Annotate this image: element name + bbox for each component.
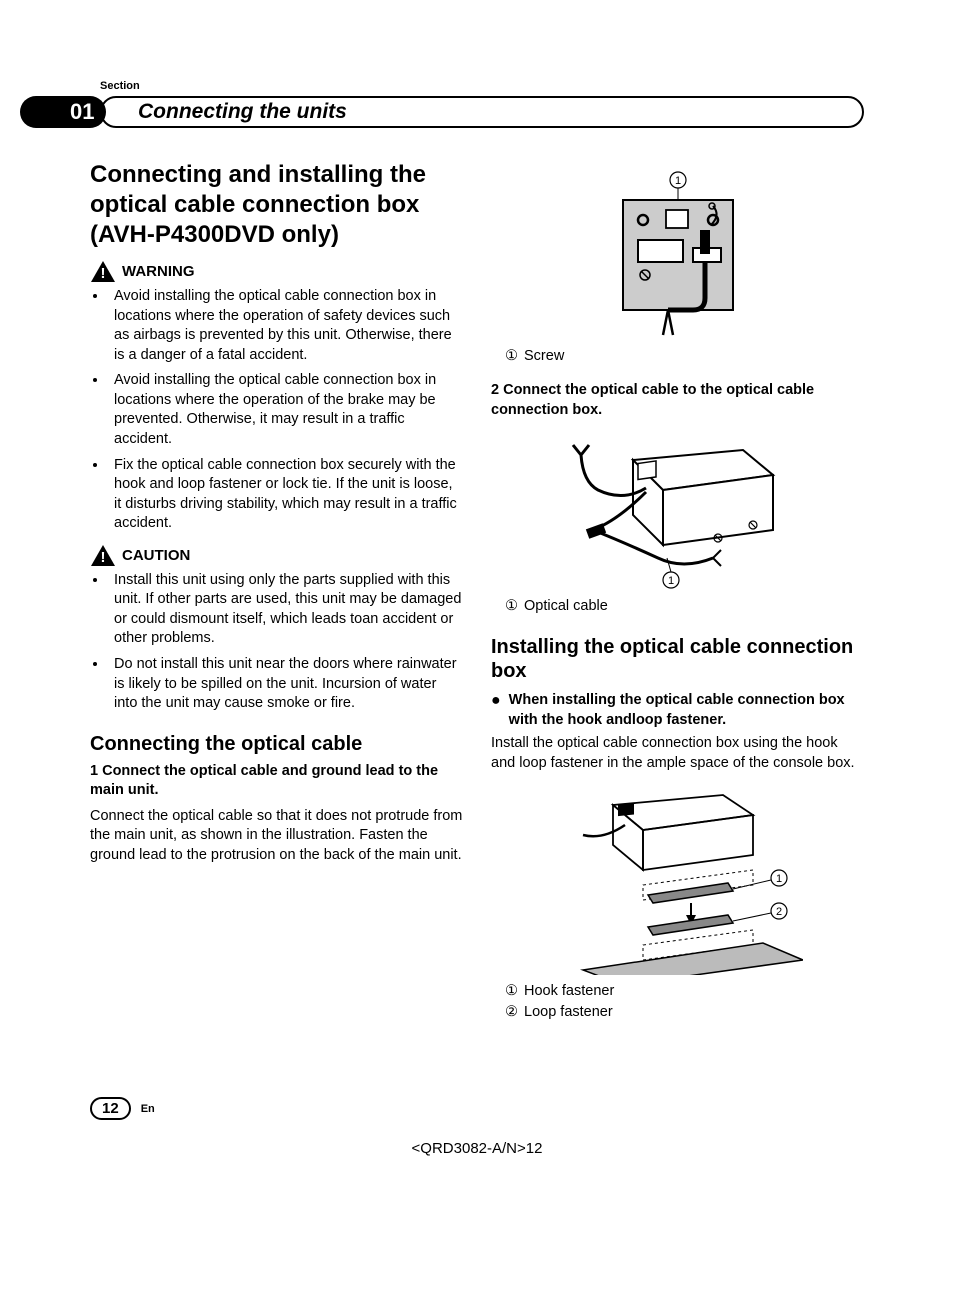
subheading-installing-box: Installing the optical cable connection … (491, 635, 864, 683)
right-column: 1 ①Screw (491, 160, 864, 1037)
section-title-pill: Connecting the units (100, 96, 864, 128)
section-label: Section (100, 80, 864, 92)
install-subhead-text: When installing the optical cable connec… (509, 691, 864, 730)
page-footer: 12 En (90, 1097, 864, 1120)
svg-text:!: ! (101, 265, 106, 282)
list-item: Do not install this unit near the doors … (108, 655, 463, 714)
page-language: En (141, 1103, 155, 1115)
caution-icon: ! (90, 544, 116, 567)
left-column: Connecting and installing the optical ca… (90, 160, 463, 1037)
document-code: <QRD3082-A/N>12 (90, 1140, 864, 1157)
warning-icon: ! (90, 260, 116, 283)
list-item: Fix the optical cable connection box sec… (108, 456, 463, 534)
warning-heading: ! WARNING (90, 260, 463, 283)
figure-2: 1 (491, 430, 864, 590)
caution-list: Install this unit using only the parts s… (90, 571, 463, 714)
page-header: 01 Connecting the units (90, 96, 864, 130)
callout-text: Optical cable (524, 596, 608, 617)
section-title: Connecting the units (138, 100, 347, 124)
step-1-label: 1 Connect the optical cable and ground l… (90, 763, 438, 799)
step-2: 2 Connect the optical cable to the optic… (491, 381, 864, 420)
step-1: 1 Connect the optical cable and ground l… (90, 762, 463, 801)
figure-3-callouts: ①Hook fastener ②Loop fastener (491, 981, 864, 1023)
step-2-label: 2 Connect the optical cable to the optic… (491, 382, 814, 418)
warning-list: Avoid installing the optical cable conne… (90, 287, 463, 534)
section-number: 01 (20, 96, 106, 128)
subheading-connecting-cable: Connecting the optical cable (90, 732, 463, 756)
figure-2-callouts: ①Optical cable (491, 596, 864, 617)
figure-3: 1 2 (491, 785, 864, 975)
callout-text: Loop fastener (524, 1002, 613, 1023)
figure-1-callouts: ①Screw (491, 346, 864, 367)
list-item: Install this unit using only the parts s… (108, 571, 463, 649)
page-number: 12 (90, 1097, 131, 1120)
callout-text: Hook fastener (524, 981, 614, 1002)
svg-text:1: 1 (674, 175, 680, 187)
caution-heading: ! CAUTION (90, 544, 463, 567)
warning-label: WARNING (122, 263, 195, 280)
svg-text:2: 2 (775, 906, 781, 918)
bullet-icon: ● (491, 691, 501, 730)
install-subhead: ● When installing the optical cable conn… (491, 691, 864, 730)
svg-text:!: ! (101, 549, 106, 566)
figure-1: 1 (491, 170, 864, 340)
list-item: Avoid installing the optical cable conne… (108, 287, 463, 365)
svg-text:1: 1 (667, 575, 673, 587)
main-heading: Connecting and installing the optical ca… (90, 160, 463, 250)
install-body: Install the optical cable connection box… (491, 734, 864, 773)
caution-label: CAUTION (122, 547, 190, 564)
callout-text: Screw (524, 346, 564, 367)
step-1-body: Connect the optical cable so that it doe… (90, 807, 463, 866)
list-item: Avoid installing the optical cable conne… (108, 371, 463, 449)
svg-text:1: 1 (775, 873, 781, 885)
